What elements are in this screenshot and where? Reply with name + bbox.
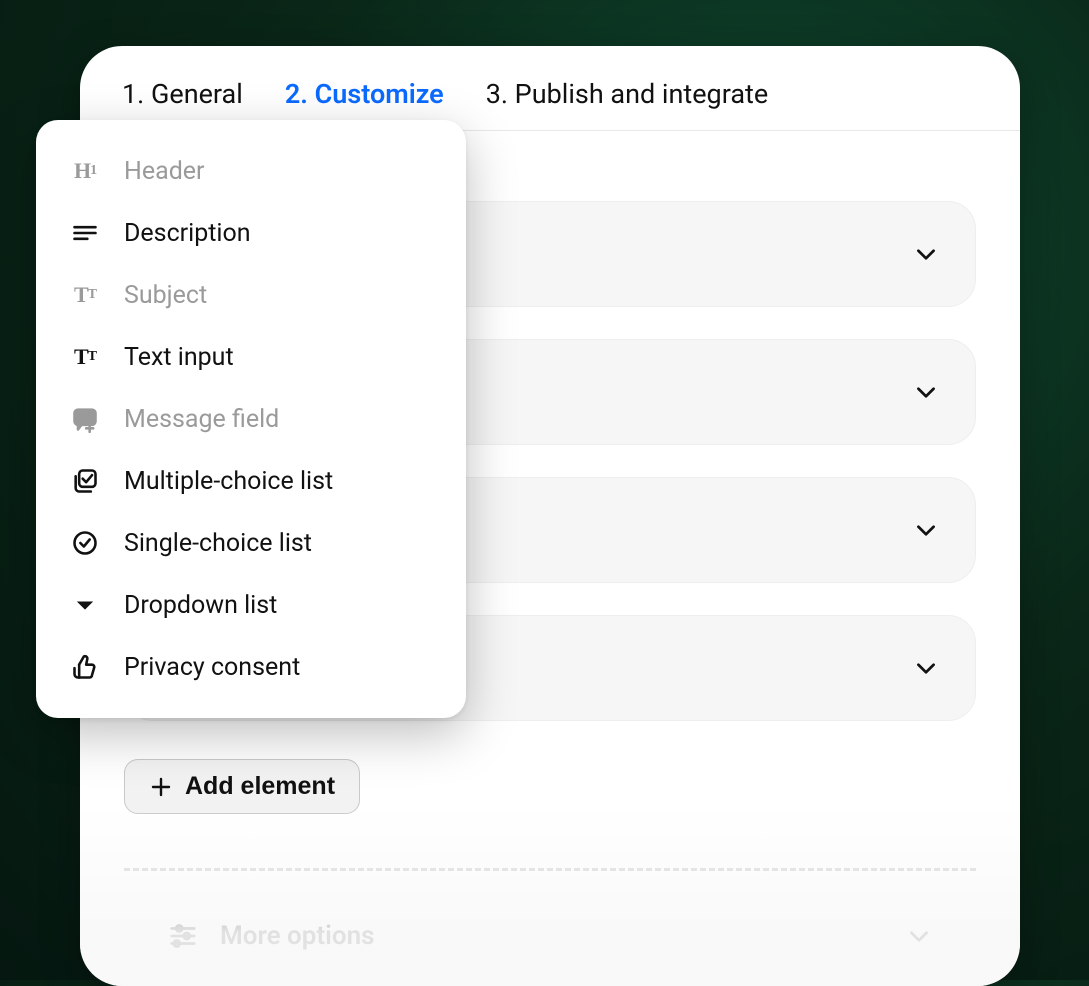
menu-item-privacy-consent[interactable]: Privacy consent <box>36 636 466 698</box>
chevron-down-icon <box>913 241 939 267</box>
chevron-down-icon <box>906 923 932 949</box>
check-circle-icon <box>70 528 100 558</box>
menu-item-text-input[interactable]: TT Text input <box>36 326 466 388</box>
menu-item-label: Dropdown list <box>124 591 277 620</box>
menu-item-dropdown-list[interactable]: Dropdown list <box>36 574 466 636</box>
menu-item-label: Privacy consent <box>124 653 300 682</box>
more-options-label: More options <box>220 921 374 951</box>
plus-icon <box>149 775 173 799</box>
thumbs-up-icon <box>70 652 100 682</box>
menu-item-label: Description <box>124 219 251 248</box>
menu-item-header: H1 Header <box>36 140 466 202</box>
caret-down-icon <box>70 590 100 620</box>
chevron-down-icon <box>913 517 939 543</box>
menu-item-description[interactable]: Description <box>36 202 466 264</box>
menu-item-label: Message field <box>124 405 279 434</box>
menu-item-label: Header <box>124 157 205 186</box>
menu-item-label: Text input <box>124 343 234 372</box>
add-element-label: Add element <box>185 772 335 801</box>
tt-icon: TT <box>70 342 100 372</box>
add-element-popover: H1 Header Description TT Subject TT Text… <box>36 120 466 718</box>
tt-icon: TT <box>70 280 100 310</box>
chevron-down-icon <box>913 655 939 681</box>
menu-item-label: Multiple-choice list <box>124 467 333 496</box>
h1-icon: H1 <box>70 156 100 186</box>
tab-bar: 1. General 2. Customize 3. Publish and i… <box>80 46 1020 131</box>
lines-icon <box>70 218 100 248</box>
checkbox-stack-icon <box>70 466 100 496</box>
section-divider <box>124 868 976 871</box>
chevron-down-icon <box>913 379 939 405</box>
menu-item-label: Single-choice list <box>124 529 312 558</box>
message-plus-icon <box>70 404 100 434</box>
menu-item-multiple-choice[interactable]: Multiple-choice list <box>36 450 466 512</box>
more-options-row[interactable]: More options <box>124 911 976 961</box>
menu-item-label: Subject <box>124 281 207 310</box>
add-element-button[interactable]: Add element <box>124 759 360 814</box>
menu-item-subject: TT Subject <box>36 264 466 326</box>
menu-item-single-choice[interactable]: Single-choice list <box>36 512 466 574</box>
menu-item-message-field: Message field <box>36 388 466 450</box>
tab-publish[interactable]: 3. Publish and integrate <box>486 70 768 130</box>
sliders-icon <box>168 921 198 951</box>
